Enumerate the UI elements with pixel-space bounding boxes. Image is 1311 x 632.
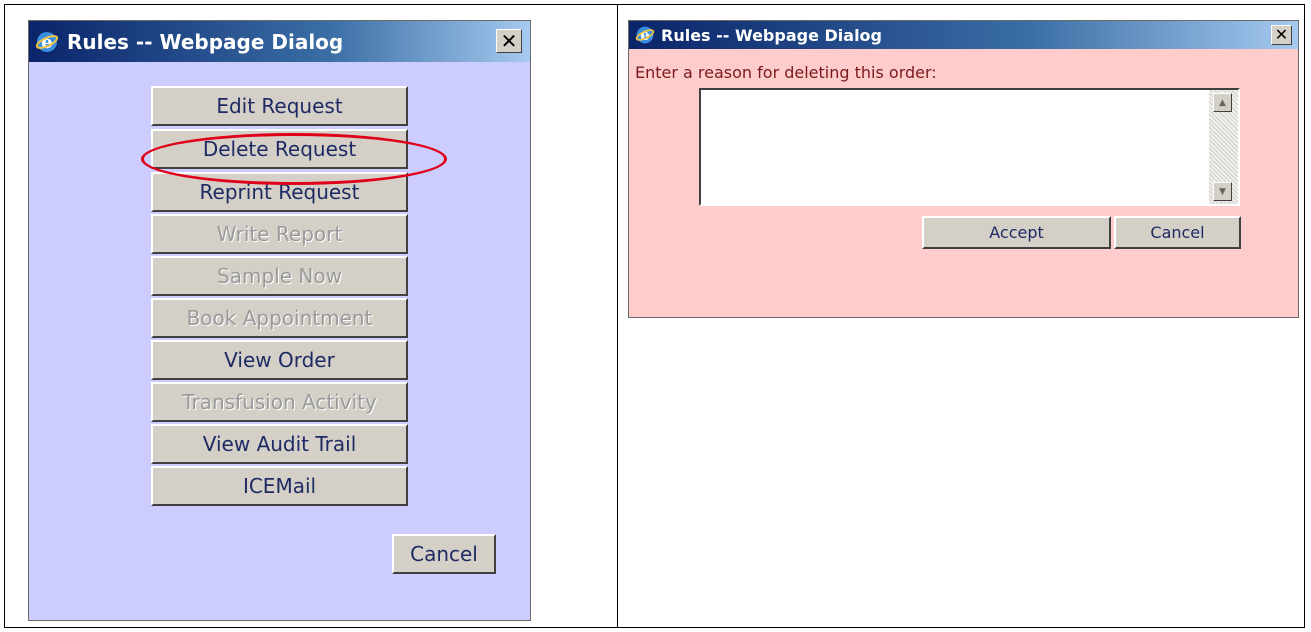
button-label: Transfusion Activity xyxy=(182,390,377,414)
edit-request-button[interactable]: Edit Request xyxy=(151,86,408,126)
button-label: Edit Request xyxy=(216,94,343,118)
cancel-button[interactable]: Cancel xyxy=(1114,216,1241,249)
button-label: Cancel xyxy=(1150,223,1205,242)
accept-button[interactable]: Accept xyxy=(922,216,1111,249)
button-label: Book Appointment xyxy=(186,306,373,330)
internet-explorer-icon: e xyxy=(635,25,655,45)
transfusion-activity-button: Transfusion Activity xyxy=(151,382,408,422)
close-button[interactable]: ✕ xyxy=(1271,25,1292,45)
button-label: View Audit Trail xyxy=(202,432,357,456)
vertical-scrollbar[interactable]: ▲ ▼ xyxy=(1209,90,1238,204)
reason-prompt: Enter a reason for deleting this order: xyxy=(635,63,937,82)
book-appointment-button: Book Appointment xyxy=(151,298,408,338)
sample-now-button: Sample Now xyxy=(151,256,408,296)
button-label: Accept xyxy=(989,223,1044,242)
view-order-button[interactable]: View Order xyxy=(151,340,408,380)
internet-explorer-icon: e xyxy=(35,30,59,54)
highlight-ellipse xyxy=(141,133,447,185)
dialog-title: Rules -- Webpage Dialog xyxy=(661,25,882,45)
view-audit-trail-button[interactable]: View Audit Trail xyxy=(151,424,408,464)
scroll-down-arrow-icon[interactable]: ▼ xyxy=(1213,182,1232,201)
close-icon: ✕ xyxy=(1274,25,1289,44)
rules-dialog-delete-reason: e Rules -- Webpage Dialog ✕ Enter a reas… xyxy=(628,20,1299,318)
dialog-titlebar[interactable]: e Rules -- Webpage Dialog ✕ xyxy=(629,21,1298,49)
cancel-button[interactable]: Cancel xyxy=(392,534,496,574)
column-divider xyxy=(617,4,618,628)
dialog-titlebar[interactable]: e Rules -- Webpage Dialog ✕ xyxy=(29,21,530,62)
button-label: View Order xyxy=(224,348,335,372)
icemail-button[interactable]: ICEMail xyxy=(151,466,408,506)
close-icon: ✕ xyxy=(500,29,518,53)
reason-textarea-frame: ▲ ▼ xyxy=(699,88,1240,206)
close-button[interactable]: ✕ xyxy=(496,29,522,53)
button-label: Cancel xyxy=(410,542,478,566)
reason-textarea[interactable] xyxy=(701,90,1209,204)
button-label: Write Report xyxy=(216,222,343,246)
dialog-title: Rules -- Webpage Dialog xyxy=(67,29,344,54)
button-label: ICEMail xyxy=(242,474,317,498)
write-report-button: Write Report xyxy=(151,214,408,254)
rules-dialog-actions: e Rules -- Webpage Dialog ✕ Edit Request… xyxy=(28,20,531,621)
scroll-up-arrow-icon[interactable]: ▲ xyxy=(1213,93,1232,112)
svg-text:e: e xyxy=(640,26,650,44)
button-label: Sample Now xyxy=(217,264,342,288)
svg-text:e: e xyxy=(41,32,52,53)
